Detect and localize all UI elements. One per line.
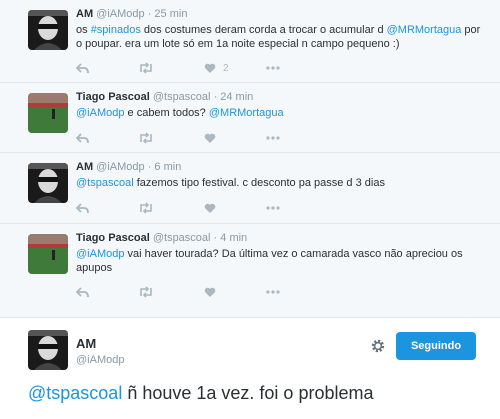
- author-name[interactable]: Tiago Pascoal: [76, 232, 150, 244]
- tweet-time[interactable]: · 25 min: [148, 8, 188, 20]
- author-handle[interactable]: @tspascoal: [153, 232, 211, 244]
- author-name[interactable]: AM: [76, 336, 96, 351]
- text-segment: dos costumes deram corda a trocar o acum…: [140, 24, 387, 36]
- more-icon[interactable]: [266, 61, 280, 75]
- retweet-icon[interactable]: [138, 285, 154, 299]
- retweet-icon[interactable]: [138, 61, 154, 75]
- tweet-time[interactable]: · 6 min: [148, 161, 182, 173]
- mention-link[interactable]: @tspascoal: [76, 177, 134, 189]
- reply-icon[interactable]: [76, 201, 89, 215]
- more-icon[interactable]: [266, 131, 280, 145]
- mention-link[interactable]: @iAModp: [76, 107, 124, 119]
- tweet-reply[interactable]: Tiago Pascoal @tspascoal · 24 min @iAMod…: [0, 83, 500, 153]
- like-icon[interactable]: 2: [204, 61, 229, 75]
- avatar[interactable]: [28, 163, 68, 203]
- tweet-text: @iAModp e cabem todos? @MRMortagua: [76, 106, 486, 120]
- reply-icon[interactable]: [76, 285, 89, 299]
- conversation-thread: AM @iAModp · 25 min os #spinados dos cos…: [0, 0, 500, 318]
- author-name[interactable]: AM: [76, 8, 93, 20]
- avatar[interactable]: [28, 93, 68, 133]
- avatar[interactable]: [28, 10, 68, 50]
- mention-link[interactable]: @tspascoal: [28, 383, 122, 403]
- text-segment: ñ houve 1a vez. foi o problema: [122, 383, 374, 403]
- reply-icon[interactable]: [76, 61, 89, 75]
- following-button[interactable]: Seguindo: [396, 332, 476, 360]
- author-name[interactable]: AM: [76, 161, 93, 173]
- mention-link[interactable]: @iAModp: [76, 248, 124, 260]
- retweet-icon[interactable]: [138, 131, 154, 145]
- more-icon[interactable]: [266, 285, 280, 299]
- mention-link[interactable]: @MRMortagua: [387, 24, 462, 36]
- like-count: 2: [223, 62, 229, 74]
- tweet-reply[interactable]: Tiago Pascoal @tspascoal · 4 min @iAModp…: [0, 224, 500, 318]
- like-icon[interactable]: [204, 285, 216, 299]
- mention-link[interactable]: @MRMortagua: [209, 107, 284, 119]
- retweet-icon[interactable]: [138, 201, 154, 215]
- tweet-text: os #spinados dos costumes deram corda a …: [76, 23, 486, 51]
- author-handle[interactable]: @iAModp: [76, 354, 124, 366]
- author-handle[interactable]: @iAModp: [96, 8, 144, 20]
- tweet-time[interactable]: · 24 min: [214, 91, 254, 103]
- tweet-text: @iAModp vai haver tourada? Da última vez…: [76, 247, 486, 275]
- avatar[interactable]: [28, 234, 68, 274]
- like-icon[interactable]: [204, 131, 216, 145]
- gear-icon[interactable]: [370, 338, 386, 359]
- author-handle[interactable]: @iAModp: [96, 161, 144, 173]
- tweet-reply[interactable]: AM @iAModp · 25 min os #spinados dos cos…: [0, 0, 500, 83]
- tweet-time[interactable]: · 4 min: [214, 232, 248, 244]
- tweet-text: @tspascoal fazemos tipo festival. c desc…: [76, 176, 486, 190]
- main-tweet-text: @tspascoal ñ houve 1a vez. foi o problem…: [28, 381, 373, 405]
- text-segment: fazemos tipo festival. c desconto pa pas…: [133, 177, 385, 189]
- author-name[interactable]: Tiago Pascoal: [76, 91, 150, 103]
- author-handle[interactable]: @tspascoal: [153, 91, 211, 103]
- text-segment: e cabem todos?: [124, 107, 209, 119]
- tweet-reply[interactable]: AM @iAModp · 6 min @tspascoal fazemos ti…: [0, 153, 500, 224]
- avatar[interactable]: [28, 330, 68, 370]
- text-segment: os: [76, 24, 91, 36]
- more-icon[interactable]: [266, 201, 280, 215]
- reply-icon[interactable]: [76, 131, 89, 145]
- hashtag-link[interactable]: #spinados: [91, 24, 141, 36]
- text-segment: vai haver tourada? Da última vez o camar…: [76, 248, 463, 274]
- like-icon[interactable]: [204, 201, 216, 215]
